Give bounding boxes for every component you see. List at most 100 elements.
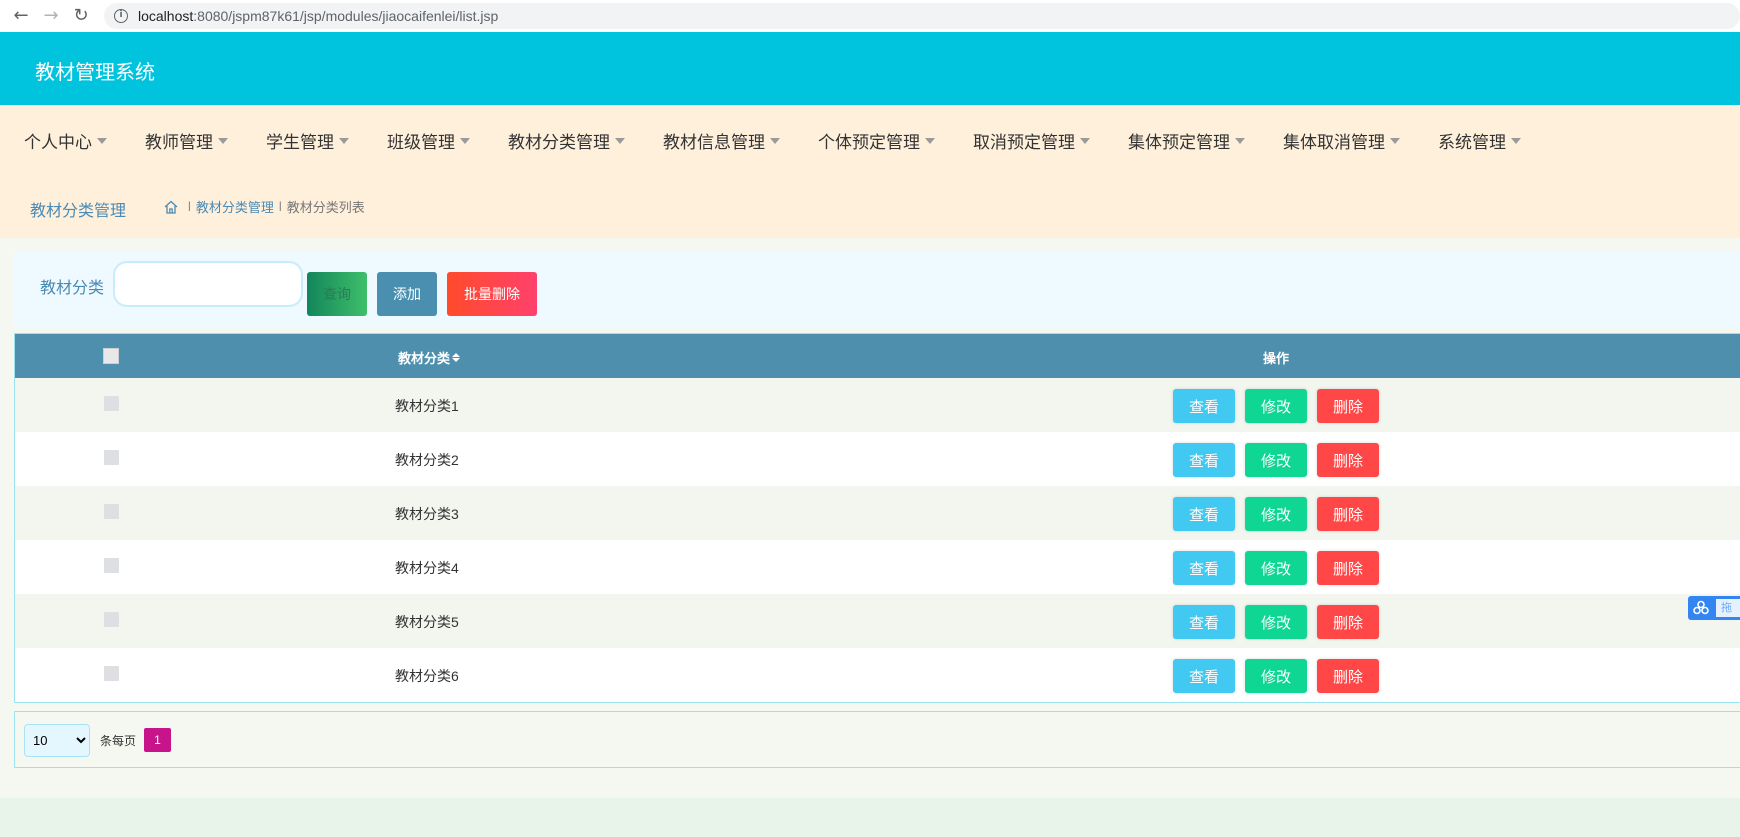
caret-down-icon (218, 138, 228, 144)
edit-button[interactable]: 修改 (1245, 443, 1307, 477)
column-header-category[interactable]: 教材分类 (398, 348, 461, 367)
url-text[interactable]: localhost:8080/jspm87k61/jsp/modules/jia… (138, 8, 498, 24)
edit-button[interactable]: 修改 (1245, 389, 1307, 423)
menu-item-label: 教材分类管理 (508, 132, 610, 152)
delete-button[interactable]: 删除 (1317, 605, 1379, 639)
menu-item-cancel-booking[interactable]: 取消预定管理 (973, 128, 1090, 153)
app-title: 教材管理系统 (35, 62, 155, 84)
caret-down-icon (460, 138, 470, 144)
app-header: 教材管理系统 (0, 32, 1740, 105)
row-checkbox[interactable] (104, 504, 119, 519)
breadcrumb-separator: l (188, 199, 191, 214)
caret-down-icon (1080, 138, 1090, 144)
menu-item-system[interactable]: 系统管理 (1438, 128, 1521, 153)
address-bar[interactable]: i localhost:8080/jspm87k61/jsp/modules/j… (104, 3, 1740, 29)
menu-item-label: 集体预定管理 (1128, 132, 1230, 152)
edit-button[interactable]: 修改 (1245, 551, 1307, 585)
menu-item-label: 教师管理 (145, 132, 213, 152)
footer-strip (0, 798, 1740, 837)
menu-item-personal-center[interactable]: 个人中心 (24, 128, 107, 153)
arrow-left-icon[interactable]: ← (12, 7, 30, 25)
caret-down-icon (1511, 138, 1521, 144)
view-button[interactable]: 查看 (1173, 551, 1235, 585)
row-category-name: 教材分类6 (395, 668, 459, 684)
row-checkbox[interactable] (104, 558, 119, 573)
page-title: 教材分类管理 (30, 203, 127, 220)
page-number-button[interactable]: 1 (144, 728, 171, 752)
view-button[interactable]: 查看 (1173, 605, 1235, 639)
table-row: 教材分类4 查看 修改 删除 (15, 540, 1740, 594)
view-button[interactable]: 查看 (1173, 443, 1235, 477)
floating-widget[interactable]: 拖 (1688, 596, 1740, 620)
view-button[interactable]: 查看 (1173, 659, 1235, 693)
table-row: 教材分类3 查看 修改 删除 (15, 486, 1740, 540)
pagination: 10 条每页 1 (14, 711, 1740, 768)
query-button[interactable]: 查询 (307, 272, 367, 316)
per-page-label: 条每页 (100, 734, 137, 748)
select-all-checkbox[interactable] (103, 348, 119, 364)
main-menu: 个人中心 教师管理 学生管理 班级管理 教材分类管理 教材信息管理 个体预定管理… (0, 105, 1740, 175)
menu-item-student[interactable]: 学生管理 (266, 128, 349, 153)
menu-item-label: 学生管理 (266, 132, 334, 152)
table-row: 教材分类6 查看 修改 删除 (15, 648, 1740, 702)
page-size-select[interactable]: 10 (24, 724, 90, 757)
table-header: 教材分类 操作 (15, 334, 1740, 378)
menu-item-textbook-category[interactable]: 教材分类管理 (508, 128, 625, 153)
caret-down-icon (97, 138, 107, 144)
delete-button[interactable]: 删除 (1317, 497, 1379, 531)
browser-toolbar: ← → ↻ i localhost:8080/jspm87k61/jsp/mod… (0, 0, 1740, 32)
menu-item-label: 取消预定管理 (973, 132, 1075, 152)
search-label: 教材分类 (40, 280, 105, 297)
caret-down-icon (770, 138, 780, 144)
row-checkbox[interactable] (104, 450, 119, 465)
breadcrumb-bar: 教材分类管理 l 教材分类管理 l 教材分类列表 (0, 175, 1740, 238)
row-checkbox[interactable] (104, 612, 119, 627)
row-category-name: 教材分类4 (395, 560, 459, 576)
breadcrumb-separator: l (278, 199, 282, 214)
row-checkbox[interactable] (104, 396, 119, 411)
delete-button[interactable]: 删除 (1317, 551, 1379, 585)
url-host: localhost (138, 8, 194, 24)
row-category-name: 教材分类5 (395, 614, 459, 630)
menu-item-label: 教材信息管理 (663, 132, 765, 152)
reload-icon[interactable]: ↻ (72, 7, 90, 25)
search-panel: 教材分类 查询 添加 批量删除 (14, 252, 1740, 327)
menu-item-textbook-info[interactable]: 教材信息管理 (663, 128, 780, 153)
search-input[interactable] (113, 261, 303, 307)
row-category-name: 教材分类1 (395, 398, 459, 414)
row-category-name: 教材分类2 (395, 452, 459, 468)
breadcrumb-category[interactable]: 教材分类管理 (196, 197, 274, 216)
caret-down-icon (1235, 138, 1245, 144)
delete-button[interactable]: 删除 (1317, 389, 1379, 423)
home-icon[interactable] (163, 199, 179, 215)
menu-item-group-booking[interactable]: 集体预定管理 (1128, 128, 1245, 153)
add-button[interactable]: 添加 (377, 272, 437, 316)
table-row: 教材分类1 查看 修改 删除 (15, 378, 1740, 432)
caret-down-icon (925, 138, 935, 144)
view-button[interactable]: 查看 (1173, 389, 1235, 423)
view-button[interactable]: 查看 (1173, 497, 1235, 531)
data-table: 教材分类 操作 教材分类1 查看 修改 删除 教材分类2 查看 修改 删除 教材… (14, 333, 1740, 703)
menu-item-class[interactable]: 班级管理 (387, 128, 470, 153)
row-category-name: 教材分类3 (395, 506, 459, 522)
arrow-right-icon[interactable]: → (42, 7, 60, 25)
column-header-operation: 操作 (1263, 351, 1290, 366)
menu-item-group-cancel[interactable]: 集体取消管理 (1283, 128, 1400, 153)
caret-down-icon (615, 138, 625, 144)
edit-button[interactable]: 修改 (1245, 497, 1307, 531)
baidu-paw-icon (1693, 600, 1709, 615)
batch-delete-button[interactable]: 批量删除 (447, 272, 537, 316)
delete-button[interactable]: 删除 (1317, 443, 1379, 477)
row-checkbox[interactable] (104, 666, 119, 681)
url-path: :8080/jspm87k61/jsp/modules/jiaocaifenle… (193, 8, 499, 24)
sort-icon[interactable] (452, 353, 461, 362)
menu-item-label: 班级管理 (387, 132, 455, 152)
menu-item-individual-booking[interactable]: 个体预定管理 (818, 128, 935, 153)
edit-button[interactable]: 修改 (1245, 605, 1307, 639)
menu-item-teacher[interactable]: 教师管理 (145, 128, 228, 153)
widget-text: 拖 (1716, 599, 1740, 617)
column-header-label: 教材分类 (398, 351, 451, 366)
info-icon[interactable]: i (114, 9, 128, 23)
delete-button[interactable]: 删除 (1317, 659, 1379, 693)
edit-button[interactable]: 修改 (1245, 659, 1307, 693)
